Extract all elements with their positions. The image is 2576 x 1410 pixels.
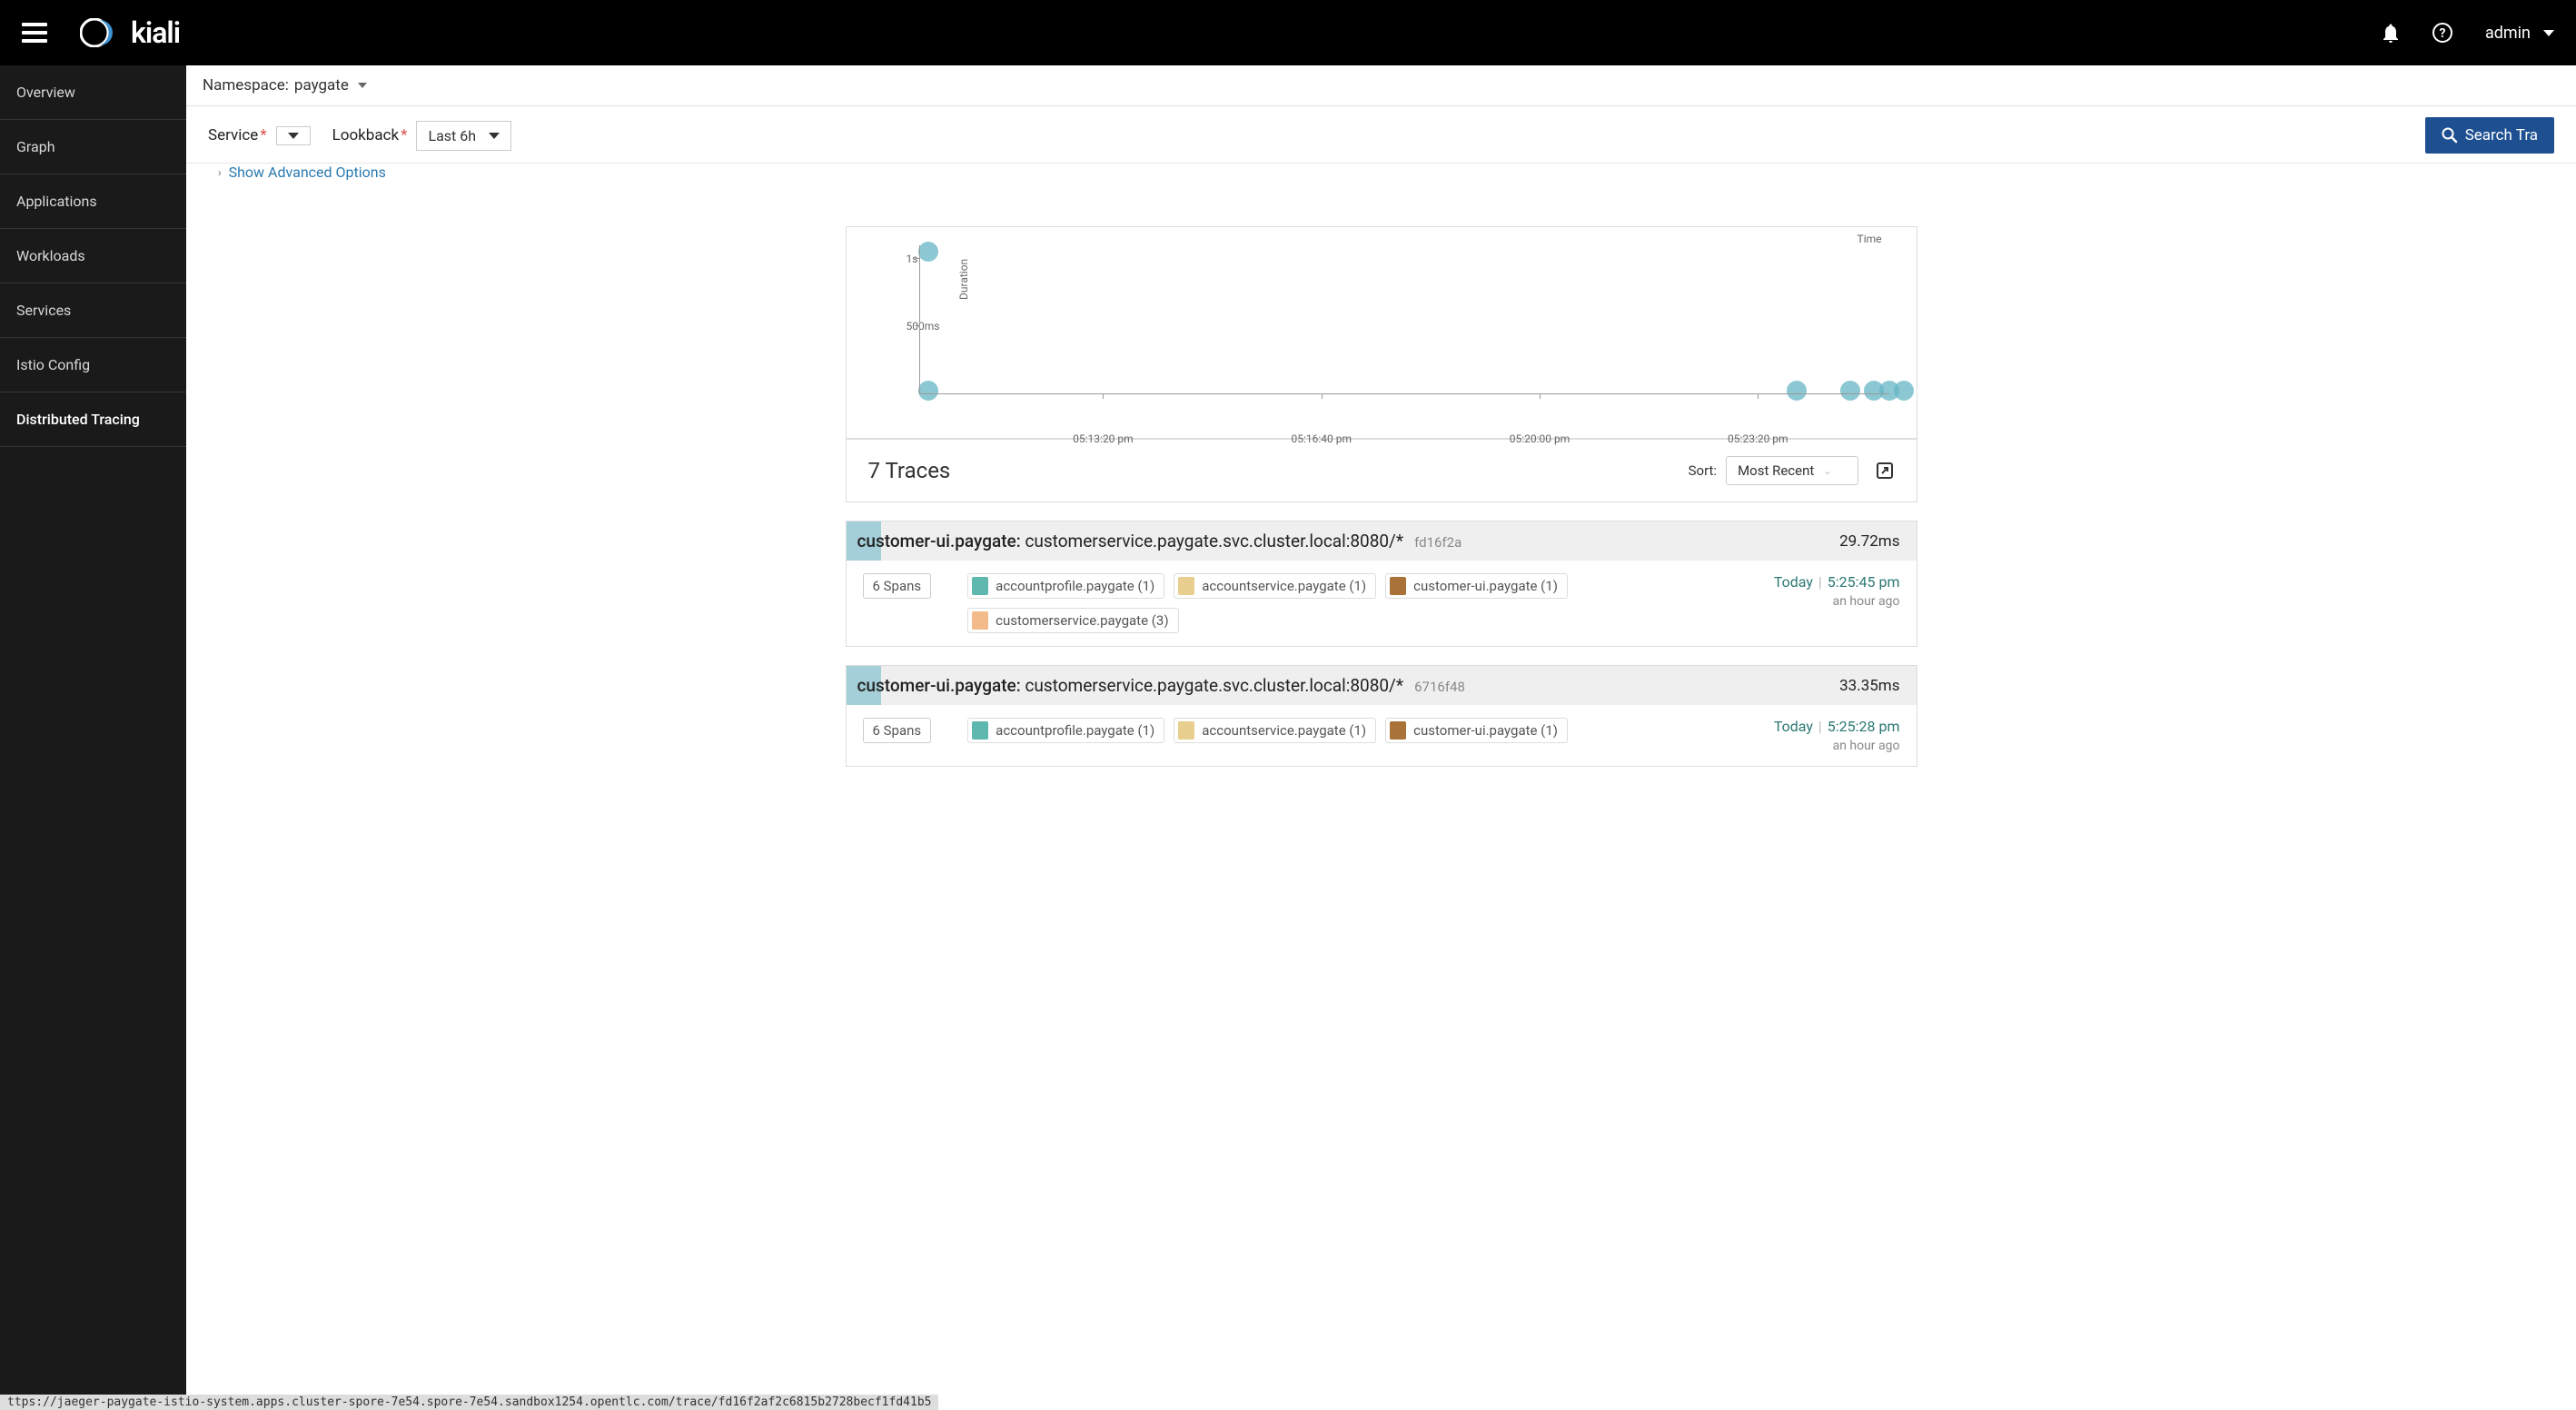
lookback-value: Last 6h <box>428 127 476 144</box>
trace-card[interactable]: customer-ui.paygate: customerservice.pay… <box>846 521 1917 647</box>
search-icon <box>2442 127 2458 144</box>
trace-point[interactable] <box>918 242 938 262</box>
color-swatch <box>1390 721 1406 740</box>
y-tick: 1s <box>907 253 912 265</box>
trace-scatter-chart: Duration Time 1s500ms 05:13:20 pm05:16:4… <box>846 226 1917 439</box>
color-swatch <box>972 577 988 595</box>
service-tag: customer-ui.paygate (1) <box>1385 718 1568 743</box>
search-traces-button[interactable]: Search Tra <box>2425 117 2554 154</box>
traces-count: 7 Traces <box>868 458 951 483</box>
sidebar-item-istio-config[interactable]: Istio Config <box>0 338 186 392</box>
namespace-selector[interactable]: Namespace: paygate <box>186 65 2576 106</box>
trace-point[interactable] <box>1894 381 1914 401</box>
bell-icon[interactable] <box>2382 23 2400 43</box>
user-menu[interactable]: admin <box>2485 24 2554 43</box>
sidebar-item-overview[interactable]: Overview <box>0 65 186 120</box>
trace-title: customer-ui.paygate: customerservice.pay… <box>857 675 1465 696</box>
user-name: admin <box>2485 24 2531 43</box>
namespace-value: paygate <box>294 76 349 94</box>
color-swatch <box>972 611 988 630</box>
trace-body: 6 Spansaccountprofile.paygate (1)account… <box>847 705 1917 766</box>
topbar: kiali ? admin <box>0 0 2576 65</box>
color-swatch <box>1390 577 1406 595</box>
service-tag: accountprofile.paygate (1) <box>967 718 1164 743</box>
color-swatch <box>1178 721 1194 740</box>
show-advanced-options[interactable]: › Show Advanced Options <box>186 164 2576 190</box>
trace-body: 6 Spansaccountprofile.paygate (1)account… <box>847 561 1917 646</box>
service-tag-list: accountprofile.paygate (1) accountservice… <box>967 573 1718 633</box>
namespace-label: Namespace: <box>203 76 289 94</box>
app-logo[interactable]: kiali <box>80 15 180 50</box>
trace-point[interactable] <box>1787 381 1807 401</box>
caret-down-icon <box>288 133 299 139</box>
svg-text:?: ? <box>2439 26 2445 41</box>
traces-header: 7 Traces Sort: Most Recent ⌄ <box>846 439 1917 502</box>
service-tag: accountprofile.paygate (1) <box>967 573 1164 599</box>
trace-point[interactable] <box>1840 381 1860 401</box>
sidebar-item-distributed-tracing[interactable]: Distributed Tracing <box>0 392 186 447</box>
external-link-icon[interactable] <box>1875 461 1895 481</box>
service-tag: customer-ui.paygate (1) <box>1385 573 1568 599</box>
sidebar: Overview Graph Applications Workloads Se… <box>0 65 186 1410</box>
sort-label: Sort: <box>1689 462 1717 479</box>
hamburger-icon[interactable] <box>22 23 47 43</box>
chevron-down-icon <box>358 83 367 88</box>
topbar-actions: ? admin <box>2382 23 2554 43</box>
help-icon[interactable]: ? <box>2432 23 2452 43</box>
status-bar-url: ttps://jaeger-paygate-istio-system.apps.… <box>0 1395 938 1410</box>
sidebar-item-services[interactable]: Services <box>0 283 186 338</box>
sidebar-item-graph[interactable]: Graph <box>0 120 186 174</box>
service-label: Service* <box>208 126 267 144</box>
trace-title-row: customer-ui.paygate: customerservice.pay… <box>847 521 1917 561</box>
search-controls: Service* Lookback* Last 6h <box>186 106 2576 164</box>
sort-select[interactable]: Most Recent ⌄ <box>1726 456 1858 485</box>
sidebar-item-workloads[interactable]: Workloads <box>0 229 186 283</box>
x-axis-label: Time <box>1858 233 1882 245</box>
trace-timestamp: Today|5:25:28 pman hour ago <box>1755 718 1900 753</box>
lookback-select[interactable]: Last 6h <box>416 121 511 151</box>
service-tag: customerservice.paygate (3) <box>967 608 1178 633</box>
trace-duration: 29.72ms <box>1839 532 1899 551</box>
color-swatch <box>972 721 988 740</box>
trace-card[interactable]: customer-ui.paygate: customerservice.pay… <box>846 665 1917 767</box>
caret-down-icon <box>2543 30 2554 36</box>
spans-count: 6 Spans <box>863 718 932 743</box>
trace-title-row: customer-ui.paygate: customerservice.pay… <box>847 666 1917 705</box>
spans-count: 6 Spans <box>863 573 932 599</box>
trace-timestamp: Today|5:25:45 pman hour ago <box>1755 573 1900 609</box>
y-tick: 500ms <box>907 320 912 333</box>
sidebar-item-applications[interactable]: Applications <box>0 174 186 229</box>
service-select[interactable] <box>276 126 311 145</box>
trace-duration: 33.35ms <box>1839 677 1899 695</box>
caret-down-icon <box>489 133 500 139</box>
kiali-logo-icon <box>80 18 122 47</box>
trace-point[interactable] <box>918 381 938 401</box>
lookback-label: Lookback* <box>332 126 408 144</box>
trace-title: customer-ui.paygate: customerservice.pay… <box>857 531 1462 551</box>
color-swatch <box>1178 577 1194 595</box>
service-tag-list: accountprofile.paygate (1) accountservice… <box>967 718 1718 743</box>
main-content: Namespace: paygate Service* Lookback* La… <box>186 65 2576 1410</box>
service-tag: accountservice.paygate (1) <box>1174 573 1376 599</box>
caret-down-icon: ⌄ <box>1823 465 1831 477</box>
app-name: kiali <box>131 15 180 50</box>
chevron-right-icon: › <box>218 166 222 179</box>
service-tag: accountservice.paygate (1) <box>1174 718 1376 743</box>
